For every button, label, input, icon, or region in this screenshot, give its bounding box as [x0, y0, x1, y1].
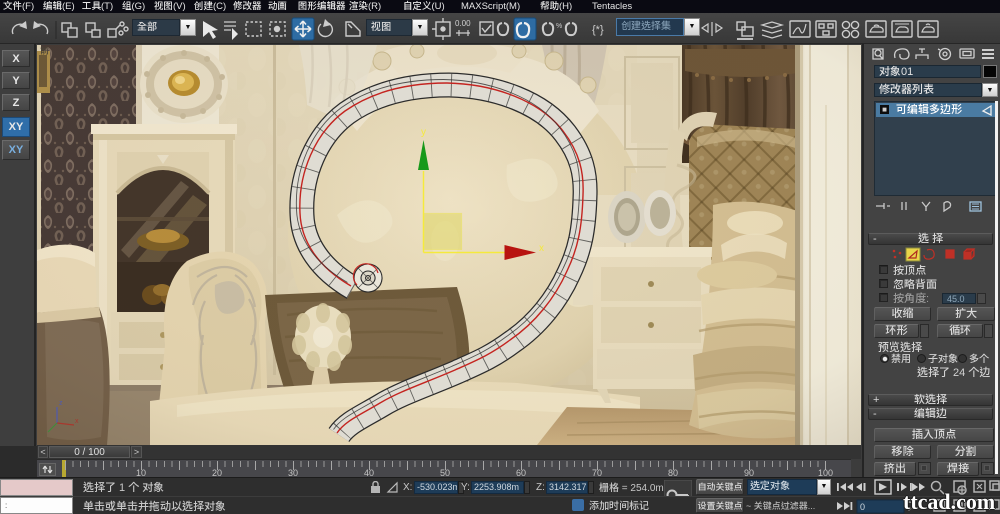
- svg-text:z: z: [59, 400, 63, 407]
- svg-text:x: x: [539, 243, 544, 254]
- svg-text:x: x: [75, 418, 79, 425]
- svg-text:前: 前: [40, 45, 49, 56]
- svg-text:0.00: 0.00: [455, 19, 471, 28]
- svg-text:0: 0: [860, 502, 865, 512]
- svg-text:%: %: [556, 23, 562, 30]
- svg-text:y: y: [421, 127, 426, 138]
- svg-text:{*}: {*}: [592, 24, 604, 36]
